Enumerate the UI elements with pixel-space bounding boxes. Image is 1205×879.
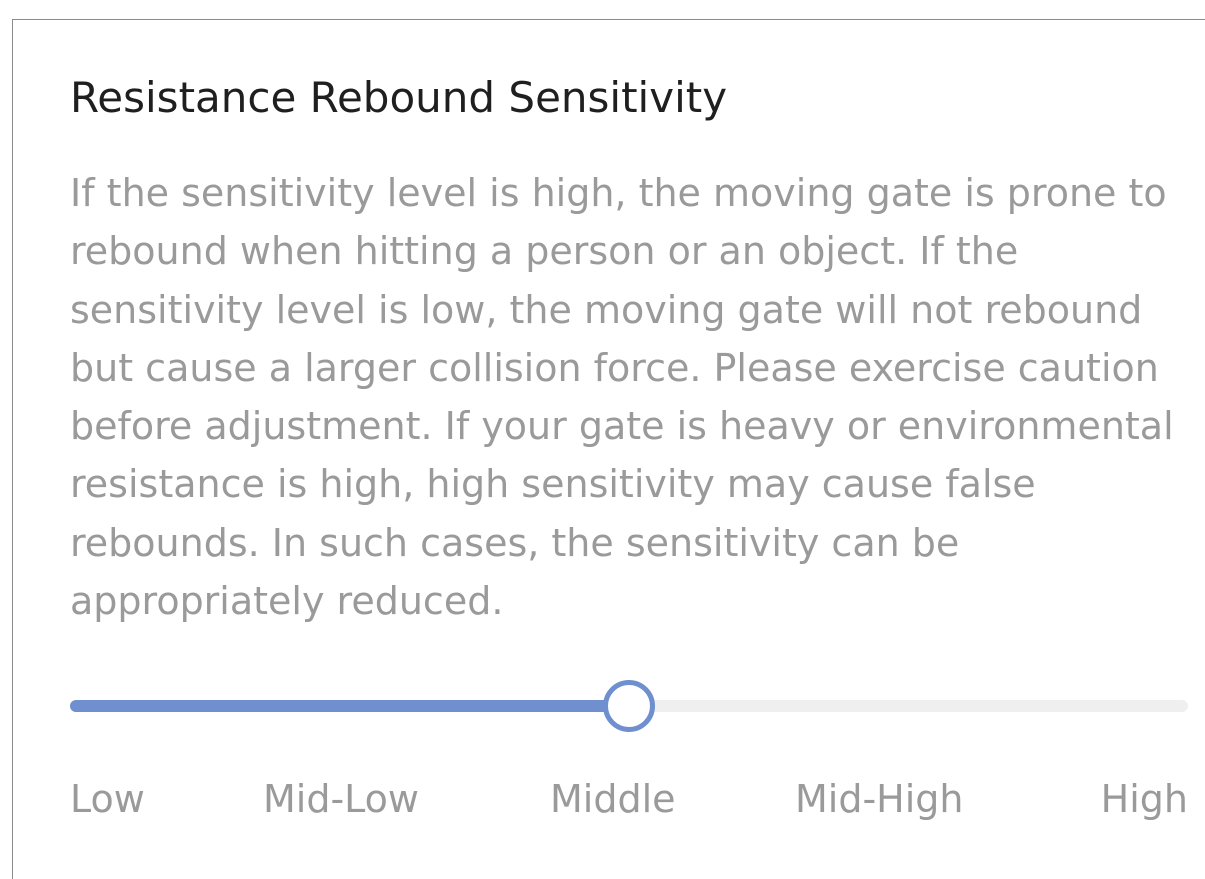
settings-card: Resistance Rebound Sensitivity If the se…	[12, 19, 1205, 879]
level-label-high[interactable]: High	[1101, 772, 1188, 826]
setting-title: Resistance Rebound Sensitivity	[70, 73, 728, 122]
slider-fill	[70, 700, 629, 712]
slider-thumb[interactable]	[603, 680, 655, 732]
setting-description: If the sensitivity level is high, the mo…	[70, 171, 1174, 624]
level-label-mid-high[interactable]: Mid-High	[795, 772, 964, 826]
level-label-low[interactable]: Low	[70, 772, 145, 826]
level-label-middle[interactable]: Middle	[550, 772, 676, 826]
sensitivity-slider[interactable]	[70, 680, 1188, 732]
level-label-mid-low[interactable]: Mid-Low	[263, 772, 419, 826]
sensitivity-level-labels: Low Mid-Low Middle Mid-High High	[70, 772, 1188, 828]
